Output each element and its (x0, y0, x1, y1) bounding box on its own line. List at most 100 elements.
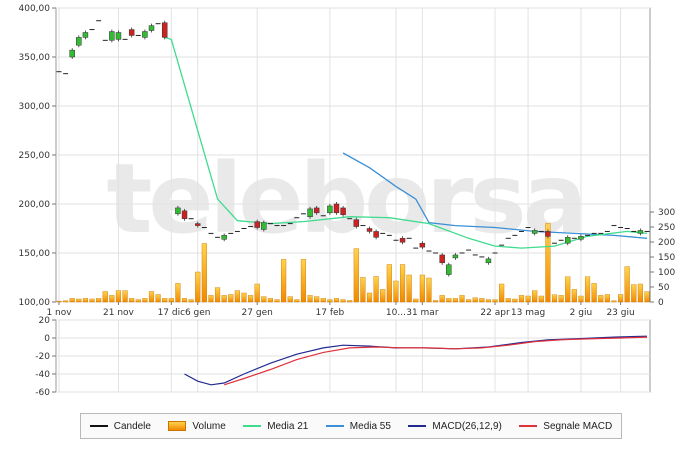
volume-tick-label: 300 (658, 208, 675, 218)
volume-bar (631, 284, 637, 303)
price-tick-label: 100,00 (19, 298, 51, 308)
legend-label-signal: Segnale MACD (543, 420, 613, 432)
legend-label-media55: Media 55 (349, 420, 391, 432)
candle-body (76, 37, 82, 46)
candle-body (452, 254, 459, 259)
legend-item-macd[interactable]: MACD(26,12,9) (408, 420, 502, 432)
date-tick-label: 21 nov (103, 308, 135, 318)
volume-bar (551, 294, 558, 303)
candle-body (261, 222, 267, 230)
price-tick-label: 400,00 (19, 4, 51, 14)
volume-bar (419, 274, 425, 303)
volume-bar (598, 295, 604, 303)
legend-swatch-candele (89, 425, 108, 427)
candle-body (148, 25, 155, 31)
macd-line (184, 335, 648, 386)
watermark: teleborsa (107, 143, 588, 255)
volume-bar (76, 298, 82, 303)
legend-item-media55[interactable]: Media 55 (325, 420, 391, 432)
candle-body (366, 228, 373, 232)
volume-bar (261, 296, 267, 303)
macd-tick-label: -40 (35, 370, 50, 380)
date-tick-label: 31 mar (406, 308, 439, 318)
volume-bar (452, 298, 458, 303)
volume-bar (228, 294, 234, 303)
volume-bar (604, 294, 610, 303)
volume-bar (281, 259, 287, 303)
candle-body (307, 208, 313, 217)
volume-bar (287, 296, 293, 303)
candle-body (419, 242, 426, 248)
legend-item-volume[interactable]: Volume (168, 420, 226, 432)
volume-bar (314, 296, 320, 303)
volume-bar (578, 295, 584, 303)
date-tick-label: 10... (386, 308, 406, 318)
legend-item-signal[interactable]: Segnale MACD (519, 421, 612, 432)
volume-bar (373, 276, 379, 303)
legend-label-macd: MACD(26,12,9) (432, 420, 502, 432)
volume-bar (69, 298, 75, 303)
date-tick-label: 17 feb (316, 308, 345, 318)
candle-body (109, 31, 115, 41)
candle-body (115, 32, 122, 40)
date-tick-label: 6 gen (185, 308, 211, 318)
volume-bar (340, 299, 346, 303)
date-tick-label: 17 dic (158, 308, 186, 318)
legend-item-candele[interactable]: Candele (89, 421, 151, 432)
price-tick-label: 200,00 (19, 200, 51, 210)
volume-bar (142, 298, 148, 303)
date-tick-label: 23 giu (606, 308, 634, 318)
volume-bar (386, 264, 392, 303)
volume-bar (439, 295, 445, 303)
volume-bar (406, 274, 412, 303)
legend: Candele Volume Media 21 Media 55 MACD(26,12,… (80, 413, 622, 439)
volume-bar (617, 294, 624, 303)
signal-line (224, 336, 648, 386)
volume-bar (512, 298, 518, 303)
date-tick-label: 13 mag (511, 308, 545, 318)
legend-item-media21[interactable]: Media 21 (243, 421, 308, 432)
volume-tick-label: 0 (658, 298, 664, 308)
legend-label-volume: Volume (192, 420, 226, 432)
legend-swatch-media55 (325, 425, 344, 427)
chart-widget: teleborsa 100,00 150,00 200,00 250,00 300,00… (0, 0, 700, 451)
volume-bar (584, 276, 591, 303)
volume-bar (611, 300, 617, 303)
candle-body (333, 203, 340, 214)
volume-bar (102, 291, 108, 303)
volume-bar (505, 298, 511, 303)
volume-bar (188, 299, 194, 303)
volume-bar (63, 300, 69, 303)
volume-bar (532, 290, 538, 303)
candle-body (637, 230, 644, 234)
macd-tick-label: -20 (35, 352, 50, 362)
volume-bar (637, 283, 643, 303)
volume-bar (175, 283, 181, 303)
volume-bar (241, 292, 247, 303)
volume-bar (96, 298, 102, 303)
volume-tick-label: 50 (658, 283, 670, 293)
volume-bar (274, 299, 280, 303)
volume-bar (518, 295, 525, 303)
volume-bar (208, 295, 214, 303)
volume-bar (221, 295, 227, 303)
chart-svg: teleborsa 100,00 150,00 200,00 250,00 300,00… (19, 4, 676, 398)
volume-bar (168, 298, 174, 303)
legend-swatch-signal (519, 425, 538, 427)
volume-bar (122, 290, 128, 303)
volume-bar (360, 277, 366, 303)
date-tick-label: 1 nov (46, 308, 72, 318)
volume-bar (525, 295, 531, 303)
volume-bar (492, 299, 498, 303)
candle-body (82, 32, 89, 38)
volume-bar (413, 298, 419, 303)
volume-bar (433, 300, 439, 303)
macd-tick-label: -60 (35, 388, 50, 398)
volume-bar (479, 298, 485, 303)
volume-bar (644, 291, 650, 303)
volume-bar (571, 289, 577, 303)
candle-body (181, 210, 188, 219)
volume-bar (248, 295, 254, 303)
macd-tick-label: 0 (44, 334, 50, 344)
volume-bar (327, 299, 333, 303)
